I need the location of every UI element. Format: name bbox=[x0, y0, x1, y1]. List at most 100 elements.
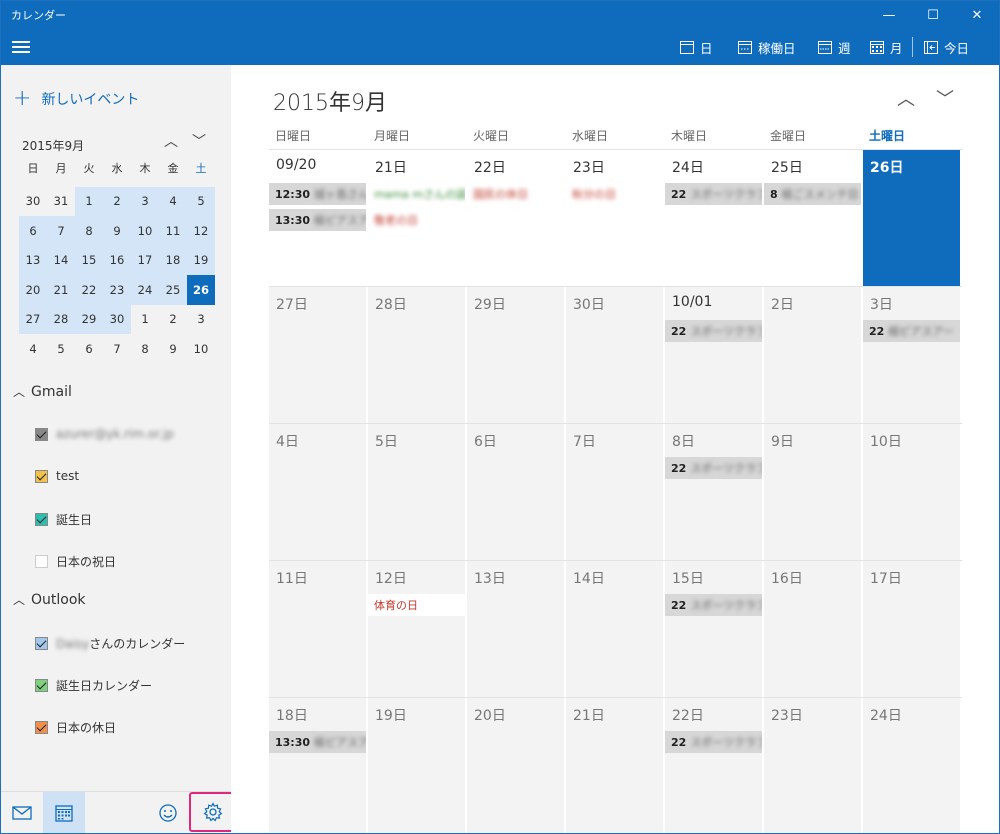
day-cell[interactable]: 3日 22 極ピアスアー bbox=[863, 287, 962, 423]
day-cell-today[interactable]: 26日 bbox=[863, 150, 962, 286]
calendar-item-jp-holiday[interactable]: 日本の休日 bbox=[35, 719, 116, 736]
today-button[interactable]: 今日 bbox=[923, 37, 969, 57]
event-item[interactable]: 22 スポーツクラブ bbox=[665, 457, 762, 479]
day-cell[interactable]: 20日 bbox=[467, 698, 566, 833]
mini-month-next-icon[interactable]: ﹀ bbox=[192, 131, 206, 151]
mini-day[interactable]: 22 bbox=[75, 275, 103, 305]
close-button[interactable]: ✕ bbox=[955, 1, 999, 29]
day-cell[interactable]: 22日 国民の休日 bbox=[467, 150, 566, 286]
day-cell[interactable]: 25日 8 極ごスメンテ日 bbox=[764, 150, 863, 286]
mini-day[interactable]: 7 bbox=[103, 334, 131, 364]
event-item[interactable]: 22 スポーツクラブ bbox=[665, 594, 762, 616]
mini-day[interactable]: 2 bbox=[103, 186, 131, 216]
mini-day[interactable]: 14 bbox=[47, 245, 75, 275]
view-month-button[interactable]: 月 bbox=[869, 37, 903, 57]
mini-day[interactable]: 23 bbox=[103, 275, 131, 305]
checkbox-icon[interactable] bbox=[35, 555, 48, 568]
calendar-item-gmail-main[interactable]: azurer@yk.rim.or.jp bbox=[35, 427, 174, 441]
day-cell[interactable]: 18日 13:30極ピアスアー bbox=[269, 698, 368, 833]
mini-day[interactable]: 21 bbox=[47, 275, 75, 305]
mini-day[interactable]: 7 bbox=[47, 216, 75, 246]
view-workweek-button[interactable]: 稼働日 bbox=[737, 37, 796, 57]
view-day-button[interactable]: 日 bbox=[679, 37, 713, 57]
calendar-item-birthday-cal[interactable]: 誕生日カレンダー bbox=[35, 677, 152, 694]
day-cell[interactable]: 4日 bbox=[269, 424, 368, 560]
mini-day[interactable]: 9 bbox=[159, 334, 187, 364]
day-cell[interactable]: 14日 bbox=[566, 561, 665, 697]
calendar-item-user[interactable]: Daisy さんのカレンダー bbox=[35, 635, 185, 652]
mini-day[interactable]: 13 bbox=[19, 245, 47, 275]
event-item[interactable]: 12:30城ヶ島さんと bbox=[269, 183, 366, 205]
mini-day[interactable]: 30 bbox=[19, 187, 47, 217]
mini-day[interactable]: 30 bbox=[103, 304, 131, 334]
day-cell[interactable]: 28日 bbox=[368, 287, 467, 423]
day-cell[interactable]: 24日 bbox=[863, 698, 962, 833]
mini-day[interactable]: 6 bbox=[75, 334, 103, 364]
day-cell[interactable]: 27日 bbox=[269, 287, 368, 423]
calendar-item-jp-holidays[interactable]: 日本の祝日 bbox=[35, 553, 116, 570]
mini-day[interactable]: 10 bbox=[131, 216, 159, 246]
prev-month-icon[interactable]: ︿ bbox=[897, 85, 915, 111]
day-cell[interactable]: 5日 bbox=[368, 424, 467, 560]
mini-day[interactable]: 4 bbox=[159, 186, 187, 216]
hamburger-menu-icon[interactable] bbox=[12, 41, 30, 56]
mini-day[interactable]: 16 bbox=[103, 245, 131, 275]
checkbox-icon[interactable] bbox=[35, 637, 48, 650]
account-gmail-header[interactable]: ︿ Gmail bbox=[13, 383, 72, 400]
event-item[interactable]: 体育の日 bbox=[368, 594, 465, 616]
feedback-button[interactable] bbox=[147, 792, 189, 833]
mini-day[interactable]: 24 bbox=[131, 275, 159, 305]
event-item[interactable]: 22 スポーツクラブ bbox=[665, 731, 762, 753]
mini-day[interactable]: 27 bbox=[19, 304, 47, 334]
day-cell[interactable]: 21日 mama mさんの誕 敬老の日 bbox=[368, 150, 467, 286]
mail-button[interactable] bbox=[1, 792, 43, 833]
next-month-icon[interactable]: ﹀ bbox=[936, 85, 954, 111]
day-cell[interactable]: 15日 22 スポーツクラブ bbox=[665, 561, 764, 697]
day-cell[interactable]: 22日 22 スポーツクラブ bbox=[665, 698, 764, 833]
mini-day[interactable]: 8 bbox=[131, 334, 159, 364]
minimize-button[interactable]: — bbox=[867, 1, 911, 29]
day-cell[interactable]: 9日 bbox=[764, 424, 863, 560]
checkbox-icon[interactable] bbox=[35, 469, 48, 483]
event-item[interactable]: 13:30極ピアスアー bbox=[269, 731, 366, 753]
day-cell[interactable]: 23日 秋分の日 bbox=[566, 150, 665, 286]
mini-day[interactable]: 1 bbox=[75, 186, 103, 216]
new-event-button[interactable]: + 新しいイベント bbox=[13, 88, 139, 110]
mini-day[interactable]: 20 bbox=[19, 275, 47, 305]
checkbox-icon[interactable] bbox=[35, 513, 48, 526]
account-outlook-header[interactable]: ︿ Outlook bbox=[13, 591, 86, 608]
mini-day-selected[interactable]: 26 bbox=[187, 275, 215, 305]
day-cell[interactable]: 6日 bbox=[467, 424, 566, 560]
event-item[interactable]: 敬老の日 bbox=[368, 209, 465, 231]
mini-day[interactable]: 19 bbox=[187, 245, 215, 275]
day-cell[interactable]: 17日 bbox=[863, 561, 962, 697]
view-week-button[interactable]: 週 bbox=[817, 37, 851, 57]
checkbox-icon[interactable] bbox=[35, 721, 48, 734]
mini-day[interactable]: 28 bbox=[47, 304, 75, 334]
day-cell[interactable]: 23日 bbox=[764, 698, 863, 833]
event-item[interactable]: mama mさんの誕 bbox=[368, 183, 465, 205]
day-cell[interactable]: 8日 22 スポーツクラブ bbox=[665, 424, 764, 560]
mini-day[interactable]: 10 bbox=[187, 334, 215, 364]
event-item[interactable]: 秋分の日 bbox=[566, 183, 663, 205]
event-item[interactable]: 22 極ピアスアー bbox=[863, 320, 960, 342]
mini-day[interactable]: 8 bbox=[75, 216, 103, 246]
day-cell[interactable]: 21日 bbox=[566, 698, 665, 833]
maximize-button[interactable]: ☐ bbox=[911, 1, 955, 29]
day-cell[interactable]: 16日 bbox=[764, 561, 863, 697]
day-cell[interactable]: 13日 bbox=[467, 561, 566, 697]
mini-day[interactable]: 2 bbox=[159, 305, 187, 335]
mini-day[interactable]: 5 bbox=[187, 186, 215, 216]
day-cell[interactable]: 7日 bbox=[566, 424, 665, 560]
event-item[interactable]: 13:30極ピアスアー bbox=[269, 209, 366, 231]
mini-day[interactable]: 3 bbox=[187, 305, 215, 335]
mini-day[interactable]: 17 bbox=[131, 245, 159, 275]
day-cell[interactable]: 24日 22 スポーツクラブ bbox=[665, 150, 764, 286]
mini-day[interactable]: 1 bbox=[131, 305, 159, 335]
mini-day[interactable]: 4 bbox=[19, 334, 47, 364]
event-item[interactable]: 22 スポーツクラブ bbox=[665, 183, 762, 205]
mini-day[interactable]: 25 bbox=[159, 275, 187, 305]
mini-day[interactable]: 3 bbox=[131, 186, 159, 216]
day-cell[interactable]: 12日 体育の日 bbox=[368, 561, 467, 697]
day-cell[interactable]: 11日 bbox=[269, 561, 368, 697]
